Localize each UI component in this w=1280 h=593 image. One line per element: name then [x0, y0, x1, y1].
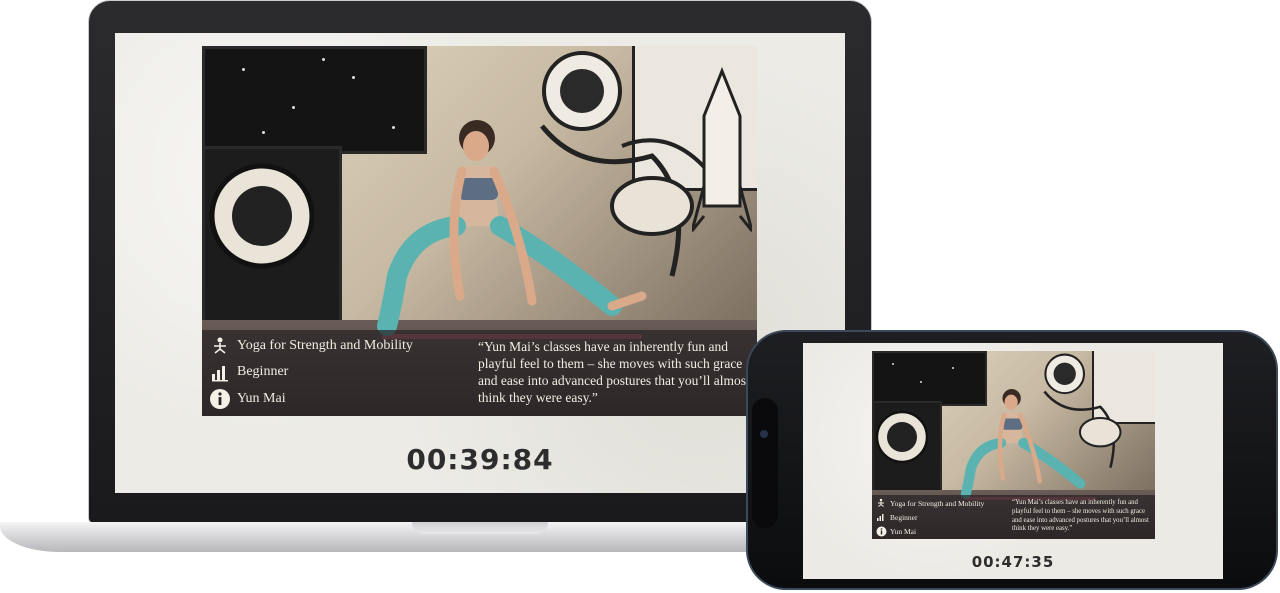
- phone-instructor-name: Yun Mai: [890, 526, 917, 536]
- instructor-figure: [377, 120, 647, 336]
- phone-video-player[interactable]: Yoga for Strength and Mobility Beginner …: [872, 351, 1155, 539]
- laptop-notch: [412, 522, 548, 534]
- phone-instructor-row: Yun Mai: [875, 525, 916, 537]
- phone-session-timer: 00:47:35: [971, 553, 1055, 571]
- phone-level-row: Beginner: [875, 511, 918, 523]
- rocket-mural: [692, 66, 752, 232]
- phone-testimonial-quote: “Yun Mai’s classes have an inherently fu…: [1012, 499, 1149, 533]
- instructor-name: Yun Mai: [237, 391, 286, 406]
- phone-notch: [752, 398, 778, 528]
- phone-screen: Yoga for Strength and Mobility Beginner …: [803, 343, 1223, 579]
- class-title-row: Yoga for Strength and Mobility: [208, 334, 413, 358]
- phone-class-title-row: Yoga for Strength and Mobility: [875, 497, 984, 509]
- phone-signal-bars-icon: [875, 512, 887, 523]
- video-player[interactable]: Yoga for Strength and Mobility Beginner …: [202, 46, 757, 416]
- phone-class-title: Yoga for Strength and Mobility: [890, 498, 985, 508]
- info-icon: [208, 387, 232, 411]
- phone-camera: [760, 430, 768, 438]
- phone-helmet-mural: [875, 410, 929, 464]
- laptop-screen: Yoga for Strength and Mobility Beginner …: [115, 33, 845, 493]
- phone-yoga-pose-icon: [875, 498, 887, 509]
- level-label: Beginner: [237, 364, 289, 379]
- phone-level-label: Beginner: [890, 512, 918, 522]
- instructor-row: Yun Mai: [208, 386, 286, 412]
- session-timer: 00:39:84: [406, 443, 554, 476]
- helmet-mural: [209, 163, 315, 269]
- phone-info-icon: [875, 525, 887, 537]
- phone-class-info-panel: Yoga for Strength and Mobility Beginner …: [872, 495, 1155, 539]
- signal-bars-icon: [208, 361, 232, 383]
- phone-instructor-figure: [960, 389, 1086, 499]
- testimonial-quote: “Yun Mai’s classes have an inherently fu…: [478, 339, 750, 405]
- level-row: Beginner: [208, 360, 288, 384]
- yoga-pose-icon: [208, 335, 232, 357]
- class-title: Yoga for Strength and Mobility: [237, 338, 413, 353]
- class-info-panel: Yoga for Strength and Mobility Beginner …: [202, 330, 757, 416]
